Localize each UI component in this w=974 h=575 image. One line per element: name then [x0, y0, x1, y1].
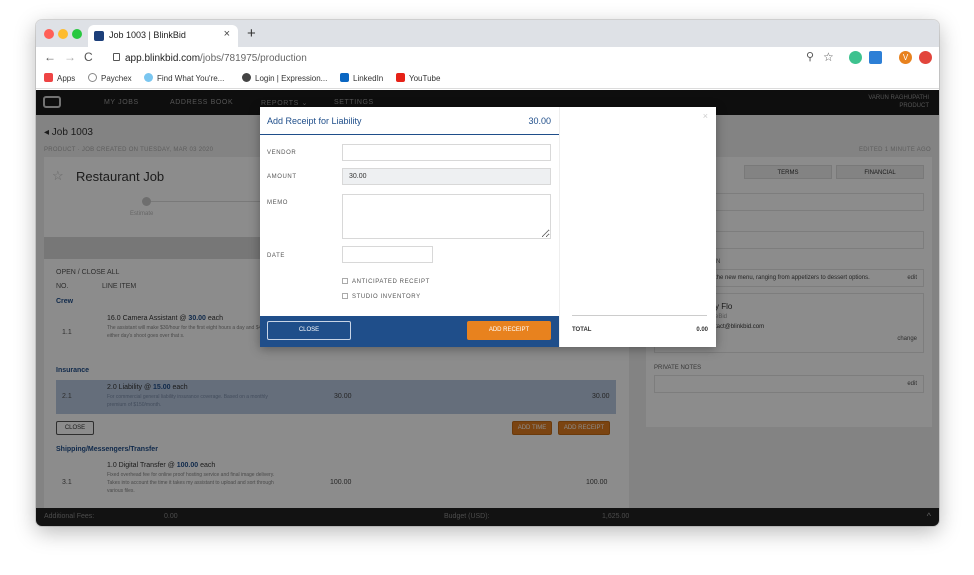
vendor-label: VENDOR — [267, 150, 297, 156]
date-label: DATE — [267, 253, 285, 259]
bookmark-label: Paychex — [101, 74, 132, 83]
forward-button[interactable]: → — [64, 50, 76, 64]
url-field[interactable]: app.blinkbid.com/jobs/781975/production … — [101, 49, 836, 67]
bookmark-login[interactable]: Login | Expression... — [242, 73, 327, 83]
add-receipt-button[interactable]: ADD RECEIPT — [467, 321, 551, 340]
close-window-button[interactable] — [44, 29, 54, 39]
total-divider — [572, 315, 707, 316]
tab-title: Job 1003 | BlinkBid — [109, 30, 186, 40]
close-icon[interactable]: × — [703, 111, 708, 121]
checkbox-label: STUDIO INVENTORY — [352, 294, 421, 300]
memo-textarea[interactable] — [342, 194, 551, 239]
checkbox-box[interactable] — [342, 278, 348, 284]
bookmark-youtube[interactable]: YouTube — [396, 73, 440, 83]
bookmark-label: YouTube — [409, 74, 441, 83]
url-text: app.blinkbid.com/jobs/781975/production — [125, 53, 307, 64]
address-bar: ← → C app.blinkbid.com/jobs/781975/produ… — [36, 47, 939, 69]
bookmark-find[interactable]: Find What You're... — [144, 73, 224, 83]
profile-avatar[interactable]: V — [899, 51, 912, 64]
extension-shield-icon[interactable] — [849, 51, 862, 64]
modal-title-divider — [260, 134, 559, 135]
paychex-icon — [88, 73, 97, 82]
browser-window: Job 1003 | BlinkBid × + ← → C app.blinkb… — [36, 20, 939, 526]
browser-tab-active[interactable]: Job 1003 | BlinkBid × — [88, 25, 238, 47]
bookmarks-bar: Apps Paychex Find What You're... Login |… — [36, 69, 939, 89]
date-input[interactable] — [342, 246, 433, 263]
apps-grid-icon — [44, 73, 53, 82]
vendor-input[interactable] — [342, 144, 551, 161]
youtube-icon — [396, 73, 405, 82]
total-value: 0.00 — [696, 327, 708, 333]
bookmark-label: Find What You're... — [157, 74, 225, 83]
bookmark-linkedin[interactable]: LinkedIn — [340, 73, 383, 83]
modal-title: Add Receipt for Liability — [267, 116, 362, 126]
add-receipt-modal: Add Receipt for Liability 30.00 VENDOR A… — [260, 107, 716, 347]
maximize-window-button[interactable] — [72, 29, 82, 39]
extension-download-icon[interactable] — [869, 51, 882, 64]
url-host: app.blinkbid.com — [125, 53, 201, 64]
url-path: /jobs/781975/production — [200, 53, 307, 64]
memo-label: MEMO — [267, 200, 289, 206]
amount-input[interactable] — [342, 168, 551, 185]
close-button[interactable]: CLOSE — [267, 321, 351, 340]
bookmark-label: Login | Expression... — [255, 74, 328, 83]
anticipated-receipt-checkbox[interactable]: ANTICIPATED RECEIPT — [342, 278, 430, 285]
new-tab-button[interactable]: + — [247, 25, 256, 42]
back-button[interactable]: ← — [44, 50, 56, 64]
bookmark-label: Apps — [57, 74, 76, 83]
checkbox-label: ANTICIPATED RECEIPT — [352, 279, 430, 285]
checkbox-box[interactable] — [342, 293, 348, 299]
globe-icon — [144, 73, 153, 82]
studio-inventory-checkbox[interactable]: STUDIO INVENTORY — [342, 293, 421, 300]
blinkbid-app: MY JOBS ADDRESS BOOK REPORTS ⌄ SETTINGS … — [36, 90, 939, 526]
bookmark-label: LinkedIn — [353, 74, 384, 83]
receipt-form: Add Receipt for Liability 30.00 VENDOR A… — [260, 107, 559, 347]
bookmark-star-icon[interactable]: ☆ — [823, 50, 834, 64]
tab-strip: Job 1003 | BlinkBid × + — [36, 20, 939, 47]
total-label: TOTAL — [572, 327, 592, 333]
receipt-summary-panel: × TOTAL 0.00 — [559, 107, 716, 347]
amount-label: AMOUNT — [267, 174, 297, 180]
modal-amount: 30.00 — [528, 116, 551, 126]
bookmark-paychex[interactable]: Paychex — [88, 73, 132, 83]
lock-icon — [113, 53, 120, 61]
linkedin-icon — [340, 73, 349, 82]
blinkbid-favicon-icon — [94, 31, 104, 41]
github-icon — [242, 73, 251, 82]
modal-footer: CLOSE ADD RECEIPT — [260, 316, 559, 347]
tab-close-icon[interactable]: × — [224, 28, 230, 40]
extension-red-icon[interactable] — [919, 51, 932, 64]
minimize-window-button[interactable] — [58, 29, 68, 39]
bookmark-apps[interactable]: Apps — [44, 73, 75, 83]
reload-button[interactable]: C — [84, 50, 93, 64]
zoom-icon[interactable]: ⚲ — [806, 50, 814, 63]
